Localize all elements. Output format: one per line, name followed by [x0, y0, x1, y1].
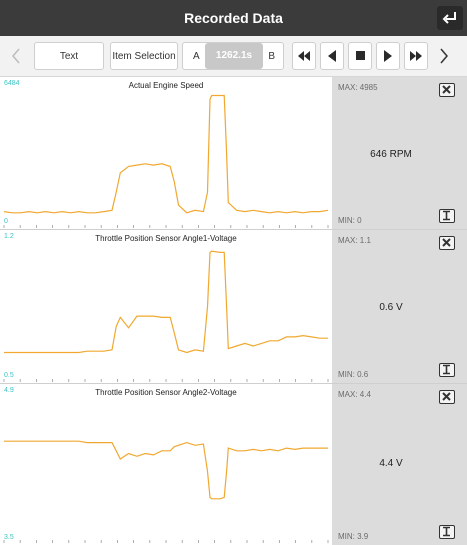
step-back-button[interactable]: [320, 42, 344, 70]
time-display: 1262.1s: [205, 43, 263, 69]
close-icon: [442, 238, 451, 247]
plot-area: 4.9 3.5 Throttle Position Sensor Angle2-…: [0, 384, 332, 545]
fast-forward-icon: [410, 51, 422, 61]
trace-line: [4, 440, 328, 500]
y-min-label: 3.5: [4, 534, 14, 541]
scale-icon: [443, 210, 450, 221]
scale-icon: [443, 364, 450, 375]
return-icon: [442, 12, 456, 24]
fast-rewind-button[interactable]: [292, 42, 316, 70]
data-panel-tps-angle1: 1.2 0.5 Throttle Position Sensor Angle1-…: [0, 230, 467, 384]
current-value: 646 RPM: [370, 149, 412, 160]
item-selection-button[interactable]: Item Selection: [110, 42, 178, 70]
plot-title: Throttle Position Sensor Angle2-Voltage: [95, 388, 237, 397]
min-value: MIN: 0: [338, 216, 362, 225]
close-button[interactable]: [439, 390, 455, 404]
page-title: Recorded Data: [184, 10, 283, 26]
step-back-icon: [328, 50, 336, 62]
stop-icon: [356, 51, 365, 60]
marker-a-button[interactable]: A: [193, 43, 200, 71]
stats-panel: MAX: 1.1 0.6 V MIN: 0.6: [332, 230, 467, 383]
y-min-label: 0.5: [4, 372, 14, 379]
y-min-label: 0: [4, 218, 8, 225]
scale-button[interactable]: [439, 209, 455, 223]
return-button[interactable]: [437, 6, 463, 30]
trace-chart: [3, 94, 329, 228]
fast-rewind-icon: [298, 51, 310, 61]
max-value: MAX: 4.4: [338, 390, 371, 399]
marker-b-button[interactable]: B: [268, 43, 275, 71]
chevron-right-icon: [440, 48, 448, 64]
close-icon: [442, 85, 451, 94]
trace-chart: [3, 250, 329, 382]
scroll-right-button[interactable]: [436, 46, 452, 66]
play-button[interactable]: [376, 42, 400, 70]
max-value: MAX: 4985: [338, 83, 378, 92]
text-button[interactable]: Text: [34, 42, 104, 70]
plot-area: 6484 0 Actual Engine Speed: [0, 77, 332, 229]
data-panel-engine-speed: 6484 0 Actual Engine Speed MAX: 4985 646…: [0, 77, 467, 230]
chevron-left-icon: [12, 48, 20, 64]
stats-panel: MAX: 4.4 4.4 V MIN: 3.9: [332, 384, 467, 545]
stop-button[interactable]: [348, 42, 372, 70]
trace-line: [3, 94, 329, 214]
min-value: MIN: 0.6: [338, 370, 369, 379]
close-button[interactable]: [439, 83, 455, 97]
plot-area: 1.2 0.5 Throttle Position Sensor Angle1-…: [0, 230, 332, 383]
trace-chart: [3, 440, 329, 543]
title-bar: Recorded Data: [0, 0, 467, 36]
scale-button[interactable]: [439, 363, 455, 377]
fast-forward-button[interactable]: [404, 42, 428, 70]
min-value: MIN: 3.9: [338, 532, 369, 541]
scale-button[interactable]: [439, 525, 455, 539]
current-value: 0.6 V: [379, 302, 403, 313]
scroll-left-button[interactable]: [8, 46, 24, 66]
data-panel-tps-angle2: 4.9 3.5 Throttle Position Sensor Angle2-…: [0, 384, 467, 545]
stats-panel: MAX: 4985 646 RPM MIN: 0: [332, 77, 467, 229]
close-icon: [442, 392, 451, 401]
close-button[interactable]: [439, 236, 455, 250]
current-value: 4.4 V: [379, 458, 403, 469]
max-value: MAX: 1.1: [338, 236, 371, 245]
scale-icon: [443, 526, 450, 537]
plot-title: Actual Engine Speed: [128, 81, 204, 90]
plot-title: Throttle Position Sensor Angle1-Voltage: [95, 234, 237, 243]
play-icon: [384, 50, 392, 62]
toolbar: Text Item Selection A B 1262.1s: [0, 36, 467, 77]
trace-line: [4, 250, 328, 354]
